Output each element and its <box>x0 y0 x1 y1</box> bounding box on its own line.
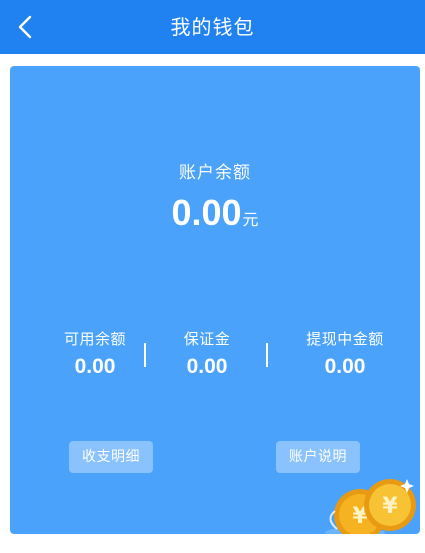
stat-deposit: 保证金 0.00 <box>142 328 272 379</box>
app-header: 我的钱包 <box>0 0 425 54</box>
balance-amount: 0.00 <box>171 192 242 233</box>
svg-text:¥: ¥ <box>382 494 398 519</box>
wallet-card: 账户余额 0.00元 可用余额 0.00 保证金 0.00 提现中金额 0.00… <box>10 66 420 534</box>
balance-row: 0.00元 <box>10 192 420 234</box>
account-info-button[interactable]: 账户说明 <box>276 441 360 473</box>
balance-label: 账户余额 <box>179 163 251 183</box>
stat-label: 可用余额 <box>63 330 126 348</box>
stat-withdrawing-amount: 提现中金额 0.00 <box>280 328 410 379</box>
stat-available-balance: 可用余额 0.00 <box>30 328 160 379</box>
page-title: 我的钱包 <box>170 15 255 39</box>
balance-unit: 元 <box>242 210 259 229</box>
stat-value: 0.00 <box>74 355 116 378</box>
stat-label: 保证金 <box>183 330 231 348</box>
stat-label: 提现中金额 <box>306 330 384 348</box>
divider <box>266 343 268 367</box>
stat-value: 0.00 <box>186 355 228 378</box>
coins-icon: ¥ ¥ <box>325 479 416 534</box>
records-button[interactable]: 收支明细 <box>69 441 153 473</box>
stat-value: 0.00 <box>324 355 366 378</box>
